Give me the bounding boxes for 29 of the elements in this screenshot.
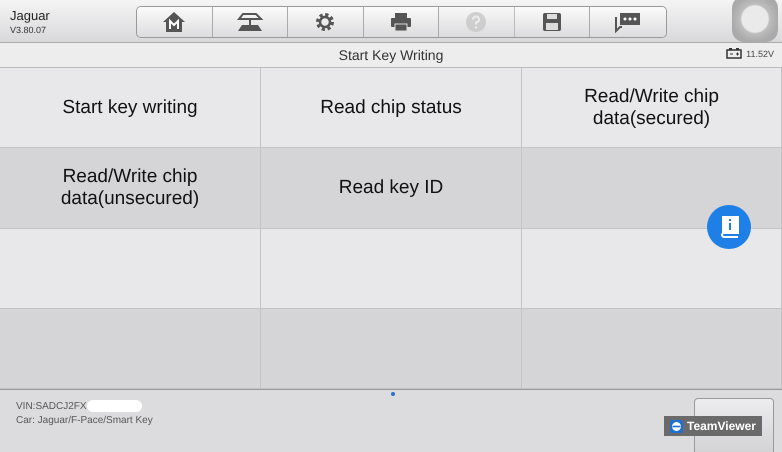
software-version: V3.80.07 [10,24,48,34]
function-button[interactable]: Read key ID [261,148,522,228]
page-title: Start Key Writing [338,47,444,63]
chat-button[interactable] [590,7,666,37]
settings-icon [314,11,336,33]
car-text: Car: Jaguar/F-Pace/Smart Key [16,415,153,426]
badge-label: TeamViewer [687,419,756,433]
help-icon [465,11,488,33]
save-icon [542,11,562,33]
printer-icon [388,11,413,33]
save-button[interactable] [514,7,590,37]
vin-text: VIN:SADCJ2FX [16,400,87,412]
battery-icon [726,48,742,59]
battery-voltage: 11.52V [746,48,774,58]
home-button[interactable] [137,7,212,37]
chat-icon [614,11,642,33]
page-indicator [391,392,395,396]
teamviewer-icon [670,420,683,432]
settings-button[interactable] [288,7,364,37]
car-icon [236,11,264,33]
function-button[interactable]: Start key writing [0,68,261,148]
function-button[interactable]: Read chip status [261,68,522,148]
print-button[interactable] [364,7,439,37]
function-button[interactable]: Read/Write chip data(secured) [522,68,782,148]
car-button[interactable] [212,7,288,37]
redaction-mark [86,400,142,412]
function-button[interactable]: Read/Write chip data(unsecured) [0,148,261,228]
home-icon [162,11,186,33]
vehicle-make: Jaguar [10,8,51,22]
